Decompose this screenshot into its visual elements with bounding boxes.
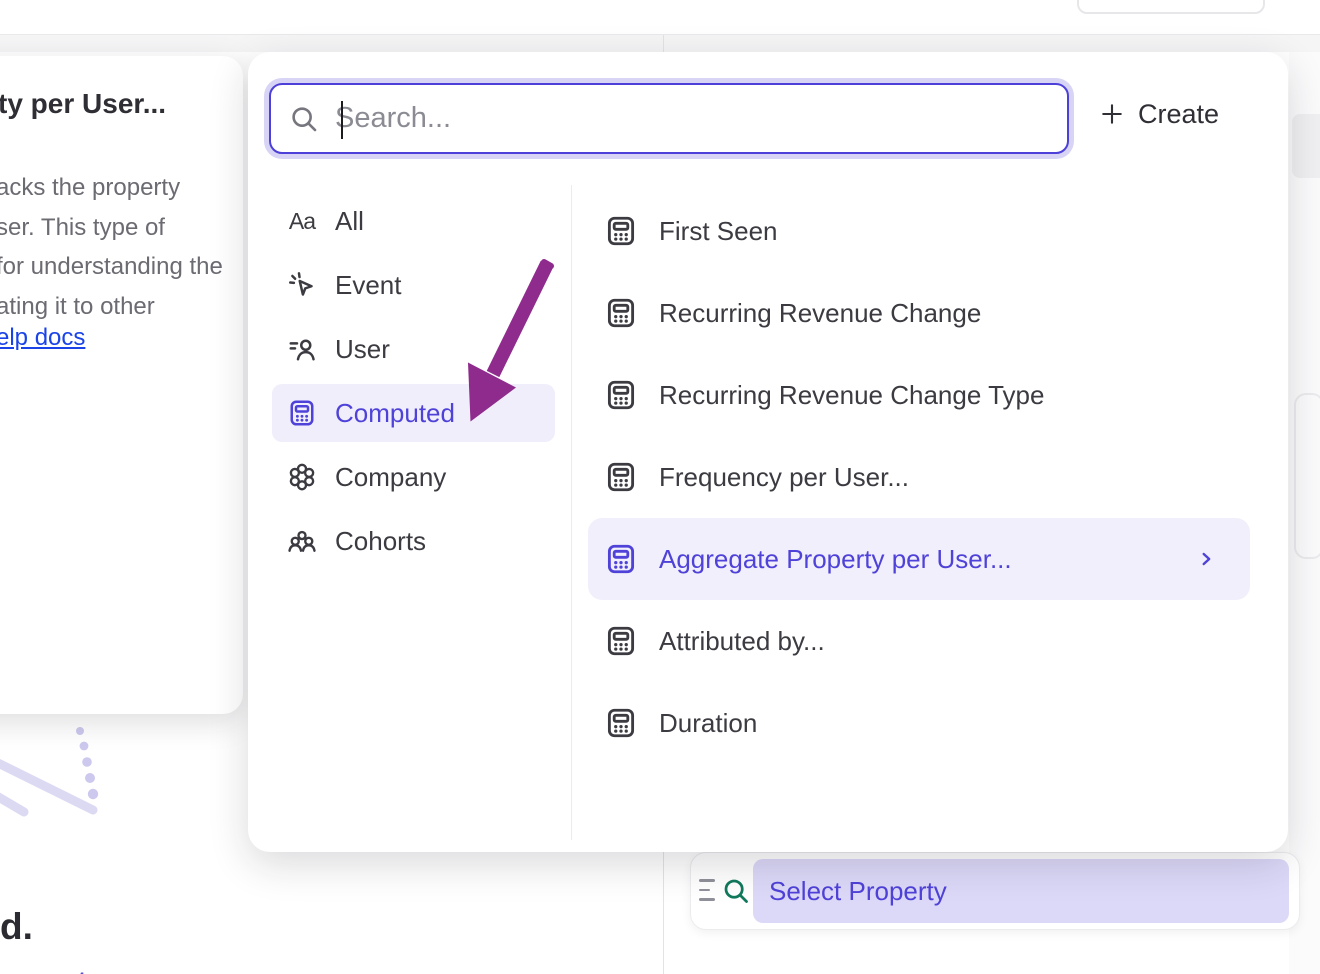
category-item-company[interactable]: Company [272, 448, 555, 506]
calculator-icon [286, 397, 318, 429]
property-label: First Seen [659, 216, 778, 247]
event-icon [286, 269, 318, 301]
modal-column-divider [571, 185, 572, 840]
property-item-duration[interactable]: Duration [588, 682, 1250, 764]
search-icon [721, 876, 751, 906]
category-label: Company [335, 462, 446, 493]
truncated-heading: d. [0, 906, 33, 948]
calculator-icon [603, 623, 639, 659]
category-item-event[interactable]: Event [272, 256, 555, 314]
tooltip-body-line: ating it to other [0, 287, 223, 327]
category-item-user[interactable]: User [272, 320, 555, 378]
company-icon [286, 461, 318, 493]
create-button[interactable]: Create [1098, 92, 1219, 136]
tooltip-title: ty per User... [0, 88, 166, 120]
property-item-aggregate-property-per-user[interactable]: Aggregate Property per User... [588, 518, 1250, 600]
category-item-all[interactable]: Aa All [272, 192, 555, 250]
property-label: Duration [659, 708, 757, 739]
calculator-icon [603, 377, 639, 413]
select-property-button[interactable]: Select Property [753, 859, 1289, 923]
property-label: Recurring Revenue Change Type [659, 380, 1044, 411]
property-label: Frequency per User... [659, 462, 909, 493]
help-docs-link[interactable]: elp docs [0, 324, 85, 352]
aa-icon: Aa [286, 205, 318, 237]
tooltip-body-line: ser. This type of [0, 208, 223, 248]
calculator-icon [603, 295, 639, 331]
calculator-icon [603, 705, 639, 741]
background-button-fragment [1294, 393, 1320, 559]
user-icon [286, 333, 318, 365]
search-field[interactable] [269, 83, 1069, 154]
property-item-recurring-revenue-change[interactable]: Recurring Revenue Change [588, 272, 1250, 354]
top-gray-band [0, 35, 1320, 52]
calculator-icon [603, 541, 639, 577]
category-label: Computed [335, 398, 455, 429]
select-property-card: Select Property [690, 852, 1300, 930]
category-label: Event [335, 270, 402, 301]
category-item-computed[interactable]: Computed [272, 384, 555, 442]
property-item-recurring-revenue-change-type[interactable]: Recurring Revenue Change Type [588, 354, 1250, 436]
calculator-icon [603, 459, 639, 495]
screen: d. events ty per User... acks the proper… [0, 0, 1320, 974]
partial-top-button[interactable] [1077, 0, 1265, 14]
category-list: Aa All Event [272, 192, 555, 576]
category-item-cohorts[interactable]: Cohorts [272, 512, 555, 570]
empty-state-illustration [0, 700, 140, 830]
category-label: User [335, 334, 390, 365]
property-picker-modal: Create Aa All Event [248, 52, 1288, 852]
select-property-label: Select Property [769, 876, 947, 907]
tooltip-body-line: for understanding the [0, 247, 223, 287]
property-tooltip-card: ty per User... acks the property ser. Th… [0, 56, 243, 714]
category-label: Cohorts [335, 526, 426, 557]
calculator-icon [603, 213, 639, 249]
truncated-link[interactable]: events [16, 966, 102, 974]
text-caret [341, 101, 343, 139]
tooltip-body: acks the property ser. This type of for … [0, 168, 223, 326]
drag-handle-icon[interactable] [699, 879, 715, 901]
create-button-label: Create [1138, 99, 1219, 130]
property-label: Attributed by... [659, 626, 825, 657]
property-label: Recurring Revenue Change [659, 298, 981, 329]
property-label: Aggregate Property per User... [659, 544, 1012, 575]
property-list: First Seen Recurring Revenue Change [588, 190, 1250, 764]
category-label: All [335, 206, 364, 237]
chevron-right-icon [1195, 548, 1217, 570]
cohorts-icon [286, 525, 318, 557]
property-item-attributed-by[interactable]: Attributed by... [588, 600, 1250, 682]
property-item-first-seen[interactable]: First Seen [588, 190, 1250, 272]
search-input[interactable] [333, 101, 1067, 136]
search-field-focus-ring [264, 78, 1074, 159]
background-panel-fragment [1292, 114, 1320, 178]
tooltip-body-line: acks the property [0, 168, 223, 208]
property-item-frequency-per-user[interactable]: Frequency per User... [588, 436, 1250, 518]
plus-icon [1098, 100, 1126, 128]
search-icon [289, 104, 319, 134]
